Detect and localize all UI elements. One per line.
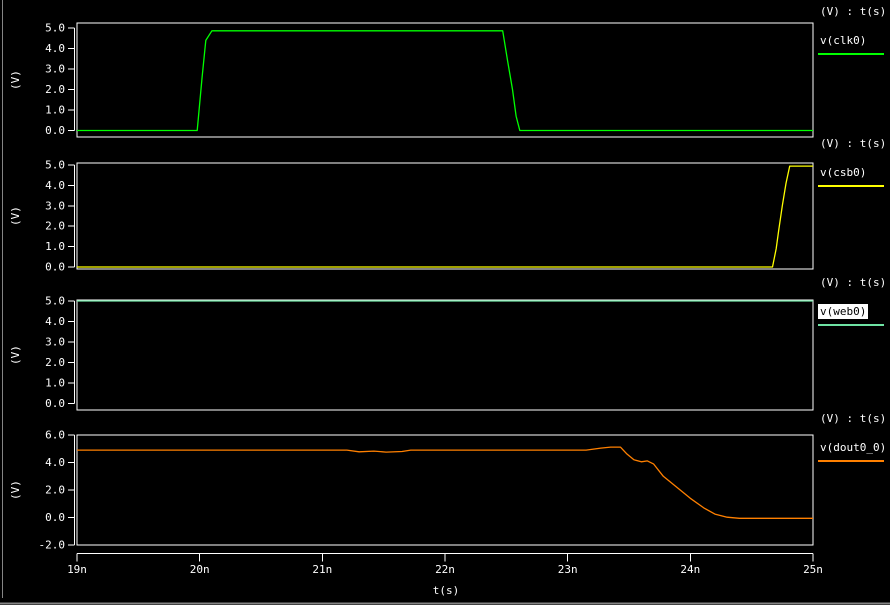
legend-color-line-web0	[818, 324, 884, 326]
y-axis-unit-label: (V)	[9, 345, 22, 365]
legend-color-line-dout0_0	[818, 460, 884, 462]
y-tick-label: 1.0	[45, 240, 65, 253]
y-tick-label: 0.0	[45, 124, 65, 137]
y-tick-label: 2.0	[45, 83, 65, 96]
panel-border-vclk0	[77, 23, 813, 137]
panel-border-vcsb0	[77, 163, 813, 269]
panel-border-vweb0	[77, 300, 813, 410]
y-axis-unit-label: (V)	[9, 480, 22, 500]
y-tick-label: 6.0	[45, 429, 65, 442]
y-axis-unit-label: (V)	[9, 70, 22, 90]
y-tick-label: 3.0	[45, 63, 65, 76]
y-tick-label: 0.0	[45, 260, 65, 273]
y-tick-label: 0.0	[45, 511, 65, 524]
y-tick-label: 5.0	[45, 22, 65, 35]
y-tick-label: 4.0	[45, 179, 65, 192]
y-tick-label: 4.0	[45, 456, 65, 469]
panel-border-vdout0_0	[77, 435, 813, 545]
x-axis-title: t(s)	[433, 584, 460, 597]
y-tick-label: 4.0	[45, 315, 65, 328]
legend-signal-vclk0[interactable]: v(clk0)	[818, 33, 868, 48]
y-tick-label: 2.0	[45, 220, 65, 233]
trace-vcsb0[interactable]	[77, 166, 813, 267]
legend-color-line-clk0	[818, 53, 884, 55]
x-tick-label: 20n	[190, 563, 210, 576]
legend-entry-web0: (V) : t(s) v(web0)	[818, 276, 890, 338]
panel3-axis-title: (V) : t(s)	[820, 276, 886, 289]
legend-signal-vcsb0[interactable]: v(csb0)	[818, 165, 868, 180]
y-tick-label: 1.0	[45, 376, 65, 389]
x-tick-label: 21n	[312, 563, 332, 576]
y-tick-label: 3.0	[45, 199, 65, 212]
legend-signal-vdout0_0[interactable]: v(dout0_0)	[818, 440, 888, 455]
y-tick-label: 0.0	[45, 397, 65, 410]
y-axis-unit-label: (V)	[9, 206, 22, 226]
legend-color-line-csb0	[818, 185, 884, 187]
y-tick-label: -2.0	[39, 539, 66, 552]
x-tick-label: 22n	[435, 563, 455, 576]
legend-entry-dout0_0: (V) : t(s) v(dout0_0)	[818, 412, 890, 474]
y-tick-label: 3.0	[45, 335, 65, 348]
x-tick-label: 25n	[803, 563, 823, 576]
x-tick-label: 19n	[67, 563, 87, 576]
waveform-viewer-window: 5.0 4.0 3.0 2.0 1.0 0.0 (V) 5.0 4.0 3.0 2.0 1.0 0.0 (…	[0, 0, 890, 605]
y-tick-label: 1.0	[45, 103, 65, 116]
legend-entry-clk0: (V) : t(s) v(clk0)	[818, 5, 890, 67]
y-tick-label: 5.0	[45, 159, 65, 172]
legend-entry-csb0: (V) : t(s) v(csb0)	[818, 137, 890, 199]
y-tick-label: 5.0	[45, 295, 65, 308]
y-tick-label: 2.0	[45, 484, 65, 497]
trace-vdout0_0[interactable]	[77, 447, 813, 518]
y-tick-label: 2.0	[45, 356, 65, 369]
x-tick-label: 24n	[680, 563, 700, 576]
legend-signal-vweb0[interactable]: v(web0)	[818, 304, 868, 319]
trace-vclk0[interactable]	[77, 31, 813, 131]
x-tick-label: 23n	[558, 563, 578, 576]
waveform-canvas: 5.0 4.0 3.0 2.0 1.0 0.0 (V) 5.0 4.0 3.0 2.0 1.0 0.0 (…	[0, 0, 890, 605]
panel2-axis-title: (V) : t(s)	[820, 137, 886, 150]
panel4-axis-title: (V) : t(s)	[820, 412, 886, 425]
y-tick-label: 4.0	[45, 42, 65, 55]
panel1-axis-title: (V) : t(s)	[820, 5, 886, 18]
